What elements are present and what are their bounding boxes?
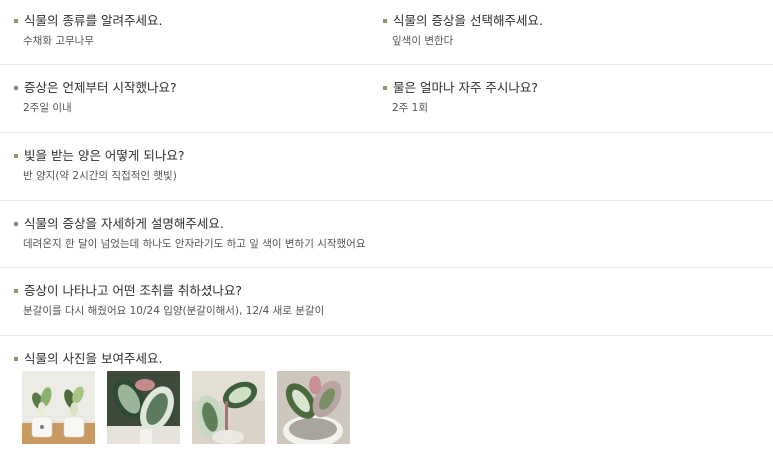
question-row: 증상이 나타나고 어떤 조취를 취하셨나요?: [14, 282, 754, 300]
question-label: 증상이 나타나고 어떤 조취를 취하셨나요?: [24, 283, 243, 298]
answer-text: 수채화 고무나무: [23, 35, 94, 47]
form-section: 식물의 증상을 자세하게 설명해주세요. 데려온지 한 달이 넘었는데 하나도 …: [0, 201, 773, 268]
form-section: 빛을 받는 양은 어떻게 되나요? 반 양지(약 2시간의 직접적인 햇빛): [0, 133, 773, 201]
form-section: 식물의 종류를 알려주세요. 수채화 고무나무 식물의 증상을 선택해주세요. …: [0, 0, 773, 65]
watering-field: 물은 얼마나 자주 주시나요? 2주 1회: [383, 79, 723, 115]
answer-text: 2주일 이내: [23, 102, 72, 114]
question-row: 식물의 증상을 선택해주세요.: [383, 12, 723, 30]
answer-text: 반 양지(약 2시간의 직접적인 햇빛): [23, 170, 177, 182]
answer-text: 데려온지 한 달이 넘었는데 하나도 안자라기도 하고 잎 색이 변하기 시작했…: [23, 238, 366, 250]
bullet-icon: [383, 86, 387, 90]
plant-photo-thumbnail[interactable]: [107, 371, 180, 444]
bullet-icon: [14, 19, 18, 23]
question-label: 물은 얼마나 자주 주시나요?: [393, 80, 539, 95]
form-section: 증상이 나타나고 어떤 조취를 취하셨나요? 분갈이를 다시 해줬어요 10/2…: [0, 268, 773, 336]
plant-photo-thumbnail[interactable]: [192, 371, 265, 444]
plant-photo-icon: [107, 371, 180, 444]
plant-photo-icon: [277, 371, 350, 444]
question-row: 빛을 받는 양은 어떻게 되나요?: [14, 147, 514, 165]
symptom-start-field: 증상은 언제부터 시작했나요? 2주일 이내: [14, 79, 354, 115]
question-row: 식물의 사진을 보여주세요.: [14, 350, 354, 368]
plant-consultation-form: 식물의 종류를 알려주세요. 수채화 고무나무 식물의 증상을 선택해주세요. …: [0, 0, 773, 457]
question-label: 증상은 언제부터 시작했나요?: [24, 80, 177, 95]
form-section: 증상은 언제부터 시작했나요? 2주일 이내 물은 얼마나 자주 주시나요? 2…: [0, 65, 773, 133]
bullet-icon: [383, 19, 387, 23]
question-label: 식물의 증상을 자세하게 설명해주세요.: [24, 216, 224, 231]
question-label: 식물의 종류를 알려주세요.: [24, 13, 163, 28]
plant-photo-icon: [192, 371, 265, 444]
form-section: 식물의 사진을 보여주세요.: [0, 336, 773, 457]
answer-text: 잎색이 변한다: [392, 35, 454, 47]
question-row: 물은 얼마나 자주 주시나요?: [383, 79, 723, 97]
answer-text: 2주 1회: [392, 102, 429, 114]
bullet-icon: [14, 289, 18, 293]
plant-photo-icon: [22, 371, 95, 444]
question-row: 증상은 언제부터 시작했나요?: [14, 79, 354, 97]
photo-gallery: [22, 371, 350, 444]
light-field: 빛을 받는 양은 어떻게 되나요? 반 양지(약 2시간의 직접적인 햇빛): [14, 147, 514, 183]
bullet-icon: [14, 154, 18, 158]
action-taken-field: 증상이 나타나고 어떤 조취를 취하셨나요? 분갈이를 다시 해줬어요 10/2…: [14, 282, 754, 318]
photos-field: 식물의 사진을 보여주세요.: [14, 350, 354, 368]
plant-photo-thumbnail[interactable]: [22, 371, 95, 444]
question-label: 식물의 증상을 선택해주세요.: [393, 13, 543, 28]
bullet-icon: [14, 222, 18, 226]
symptom-field: 식물의 증상을 선택해주세요. 잎색이 변한다: [383, 12, 723, 48]
bullet-icon: [14, 86, 18, 90]
plant-type-field: 식물의 종류를 알려주세요. 수채화 고무나무: [14, 12, 354, 48]
plant-photo-thumbnail[interactable]: [277, 371, 350, 444]
question-row: 식물의 종류를 알려주세요.: [14, 12, 354, 30]
bullet-icon: [14, 357, 18, 361]
question-label: 식물의 사진을 보여주세요.: [24, 351, 163, 366]
answer-text: 분갈이를 다시 해줬어요 10/24 입양(분갈이해서), 12/4 새로 분갈…: [23, 305, 325, 317]
symptom-detail-field: 식물의 증상을 자세하게 설명해주세요. 데려온지 한 달이 넘었는데 하나도 …: [14, 215, 754, 251]
question-label: 빛을 받는 양은 어떻게 되나요?: [24, 148, 185, 163]
question-row: 식물의 증상을 자세하게 설명해주세요.: [14, 215, 754, 233]
